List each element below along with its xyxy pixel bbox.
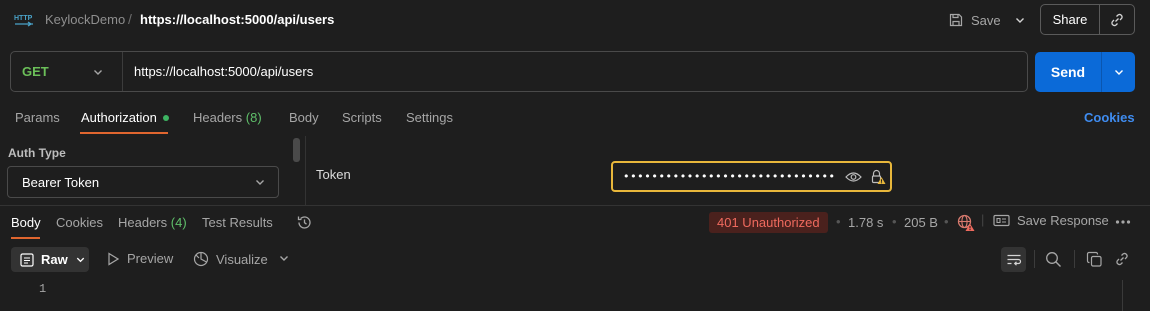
- save-button[interactable]: Save: [948, 8, 1001, 32]
- panel-divider[interactable]: [305, 136, 306, 206]
- response-size[interactable]: 205 B: [904, 215, 938, 230]
- share-group: Share: [1040, 4, 1135, 35]
- status-badge[interactable]: 401 Unauthorized: [709, 212, 828, 233]
- preview-label: Preview: [127, 251, 174, 266]
- auth-type-select[interactable]: Bearer Token: [7, 166, 279, 198]
- meta-separator: •: [836, 214, 841, 229]
- meta-separator: •: [892, 214, 897, 229]
- meta-separator: •: [944, 214, 949, 229]
- save-options-chevron[interactable]: [1010, 8, 1030, 32]
- request-name[interactable]: https://localhost:5000/api/users: [140, 12, 334, 27]
- more-options-icon[interactable]: [1115, 219, 1131, 225]
- headers-count: (8): [245, 110, 262, 125]
- globe-warning-icon[interactable]: [957, 214, 975, 232]
- visualize-button[interactable]: Visualize: [193, 251, 268, 267]
- chevron-down-icon: [92, 66, 104, 78]
- tab-scripts[interactable]: Scripts: [342, 110, 382, 125]
- request-header: HTTP KeylockDemo / https://localhost:500…: [0, 0, 1150, 40]
- auth-type-label: Auth Type: [8, 146, 66, 160]
- response-tab-cookies[interactable]: Cookies: [56, 215, 103, 230]
- save-response-button[interactable]: Save Response: [993, 213, 1109, 228]
- tab-headers-label: Headers: [193, 110, 243, 125]
- response-divider[interactable]: [0, 205, 1150, 206]
- save-response-icon: [993, 214, 1010, 227]
- svg-text:HTTP: HTTP: [14, 15, 33, 22]
- raw-format-button[interactable]: Raw: [11, 247, 89, 272]
- response-tab-headers-label: Headers: [118, 215, 168, 230]
- auth-type-value: Bearer Token: [22, 174, 100, 190]
- panel-scrollbar[interactable]: [293, 138, 300, 162]
- raw-icon: [20, 252, 34, 267]
- save-icon: [948, 12, 964, 28]
- cookies-link[interactable]: Cookies: [1084, 110, 1135, 125]
- tab-settings[interactable]: Settings: [406, 110, 453, 125]
- link-icon[interactable]: [1114, 251, 1130, 267]
- token-label: Token: [316, 167, 351, 182]
- send-group: Send: [1035, 52, 1135, 92]
- response-time[interactable]: 1.78 s: [848, 215, 883, 230]
- wrap-lines-icon: [1006, 253, 1022, 267]
- history-icon[interactable]: [296, 214, 313, 231]
- save-response-label: Save Response: [1017, 213, 1109, 228]
- url-input[interactable]: [123, 52, 1027, 91]
- tab-params[interactable]: Params: [15, 110, 60, 125]
- response-tab-test-results[interactable]: Test Results: [202, 215, 273, 230]
- chevron-down-icon: [75, 254, 86, 265]
- active-tab-indicator: [80, 132, 168, 134]
- token-field[interactable]: ••••••••••••••••••••••••••••••••••: [611, 161, 892, 192]
- response-tab-headers[interactable]: Headers (4): [118, 215, 187, 230]
- editor-scrollbar[interactable]: [1122, 280, 1123, 311]
- share-button[interactable]: Share: [1041, 5, 1100, 34]
- active-response-tab-indicator: [11, 237, 40, 239]
- line-number: 1: [39, 282, 47, 296]
- url-bar: GET: [10, 51, 1028, 92]
- lock-warning-icon[interactable]: [870, 169, 886, 185]
- save-label: Save: [971, 12, 1001, 28]
- tab-authorization[interactable]: Authorization: [81, 110, 157, 125]
- auth-status-dot: [163, 115, 169, 121]
- eye-icon[interactable]: [845, 171, 862, 183]
- chevron-down-icon: [1014, 14, 1026, 26]
- response-tab-body[interactable]: Body: [11, 215, 41, 230]
- breadcrumb-collection[interactable]: KeylockDemo: [45, 12, 125, 27]
- copy-icon[interactable]: [1086, 251, 1103, 268]
- tab-headers[interactable]: Headers (8): [193, 110, 262, 125]
- copy-link-button[interactable]: [1100, 5, 1134, 34]
- wrap-lines-button[interactable]: [1001, 247, 1026, 272]
- search-icon[interactable]: [1045, 251, 1062, 268]
- toolbar-divider: [1034, 250, 1035, 268]
- raw-label: Raw: [41, 252, 68, 267]
- method-select[interactable]: GET: [11, 52, 123, 91]
- send-button[interactable]: Send: [1035, 52, 1102, 92]
- response-headers-count: (4): [170, 215, 187, 230]
- breadcrumb-separator: /: [128, 11, 132, 27]
- http-icon: HTTP: [14, 12, 34, 28]
- toolbar-divider: |: [981, 212, 985, 227]
- preview-button[interactable]: Preview: [107, 251, 173, 266]
- link-icon: [1109, 12, 1125, 28]
- chevron-down-icon: [1113, 66, 1125, 78]
- tab-body[interactable]: Body: [289, 110, 319, 125]
- toolbar-divider: [1074, 250, 1075, 268]
- visualize-label: Visualize: [216, 251, 268, 267]
- send-options-chevron[interactable]: [1102, 52, 1135, 92]
- play-icon: [107, 251, 119, 266]
- method-label: GET: [22, 64, 49, 79]
- visualize-icon: [193, 251, 209, 267]
- chevron-down-icon: [254, 176, 266, 188]
- chevron-down-icon[interactable]: [278, 252, 290, 264]
- token-value: ••••••••••••••••••••••••••••••••••: [623, 170, 837, 183]
